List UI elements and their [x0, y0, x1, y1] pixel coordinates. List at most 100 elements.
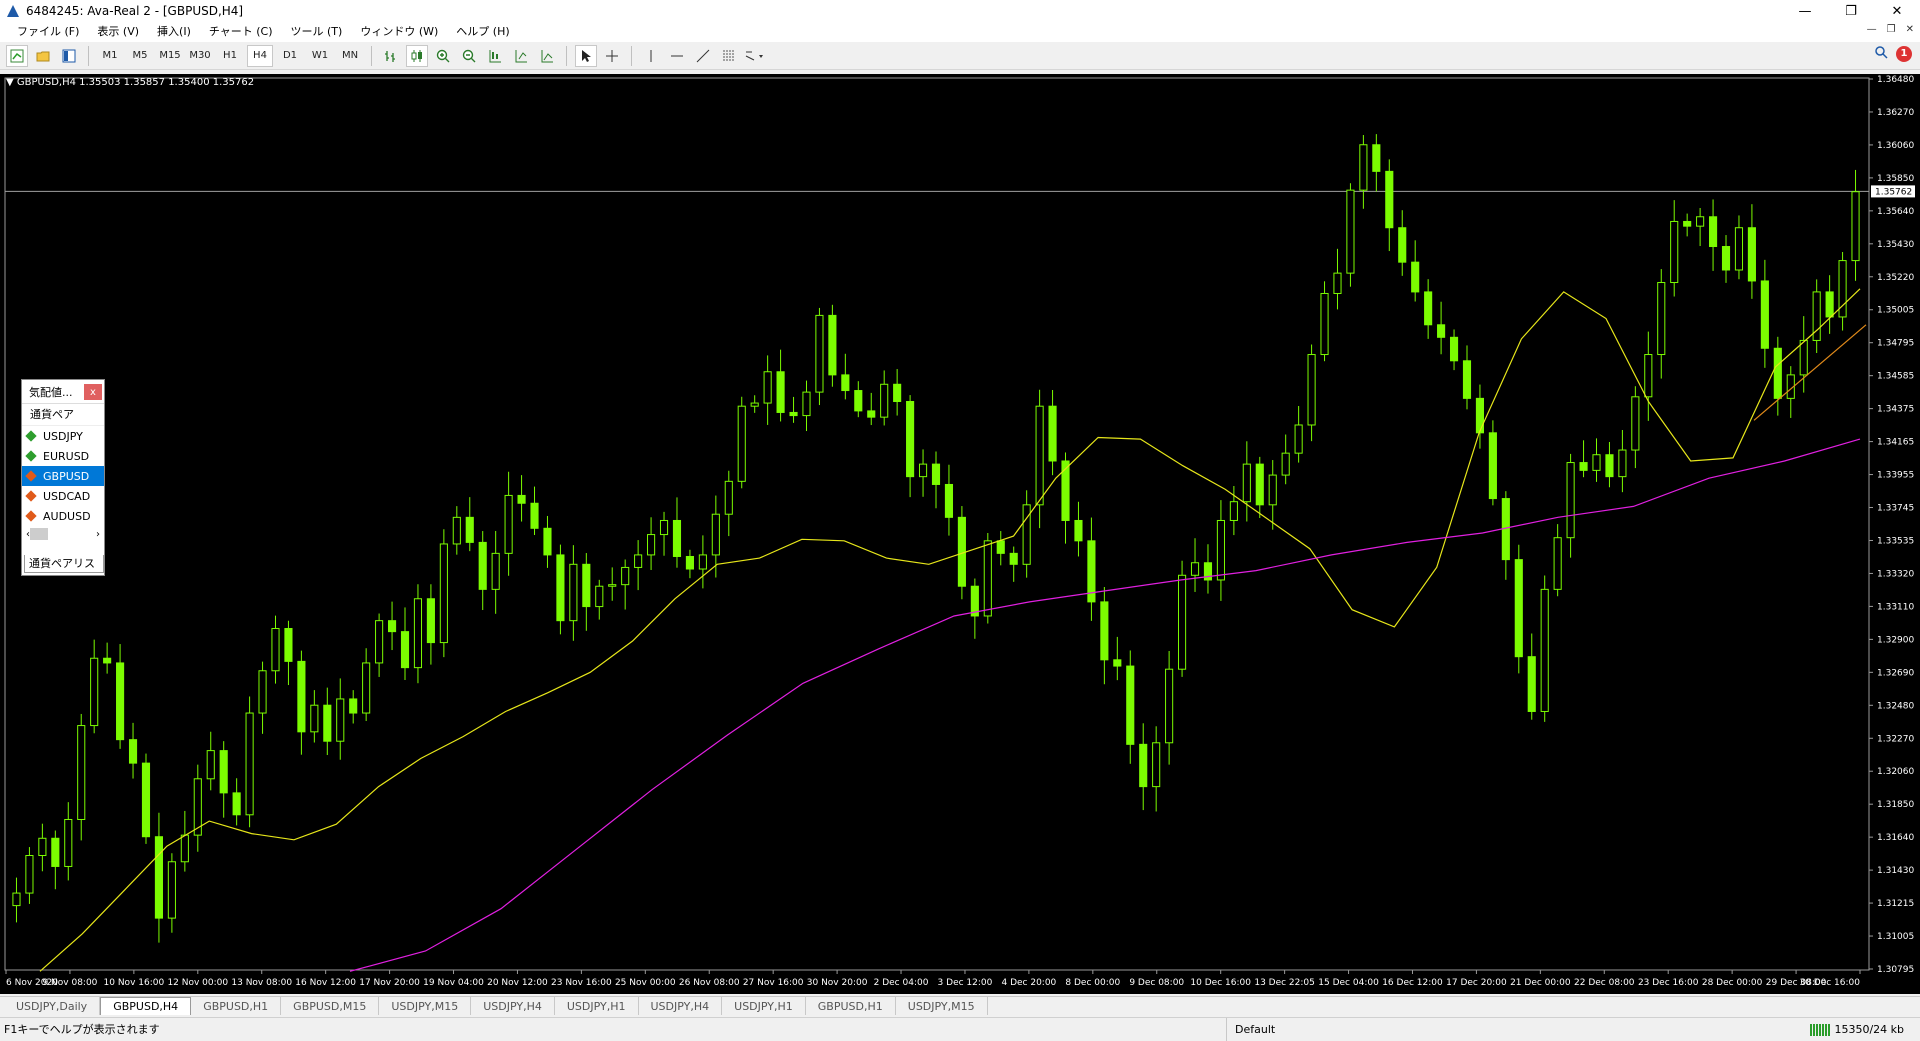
navigator-icon[interactable]: [58, 45, 80, 67]
candle-bear: [1683, 220, 1692, 227]
candle-bull: [737, 405, 746, 482]
tab-usdjpy-h1[interactable]: USDJPY,H1: [722, 997, 806, 1015]
restore-icon[interactable]: ❐: [1828, 0, 1874, 22]
mdi-close-icon[interactable]: ✕: [1906, 24, 1914, 35]
menu-chart[interactable]: チャート (C): [200, 22, 282, 42]
scroll-thumb[interactable]: [30, 528, 48, 540]
zoom-out-icon[interactable]: [458, 45, 480, 67]
x-tick-label: 8 Dec 00:00: [1065, 978, 1120, 988]
minimize-icon[interactable]: —: [1782, 0, 1828, 22]
y-tick-label: 1.36480: [1877, 75, 1914, 85]
timeframe-d1[interactable]: D1: [277, 45, 303, 67]
timeframe-m1[interactable]: M1: [97, 45, 123, 67]
tab-usdjpy-h4[interactable]: USDJPY,H4: [639, 997, 723, 1015]
menu-window[interactable]: ウィンドウ (W): [351, 22, 447, 42]
tab-usdjpy-daily[interactable]: USDJPY,Daily: [4, 997, 101, 1015]
connection-status[interactable]: 15350/24 kb: [1810, 1018, 1904, 1041]
price-chart[interactable]: 1.36480 1.36270 1.36060 1.35850 1.35640 1.354…: [0, 74, 1920, 994]
symbol-row-audusd[interactable]: AUDUSD: [22, 506, 104, 526]
y-tick-label: 1.35640: [1877, 207, 1914, 217]
tab-symbol-list[interactable]: 通貨ペアリスト: [24, 555, 104, 588]
timeframe-m30[interactable]: M30: [187, 45, 213, 67]
timeframe-w1[interactable]: W1: [307, 45, 333, 67]
candlestick-icon[interactable]: [406, 44, 428, 67]
chart-window[interactable]: 1.36480 1.36270 1.36060 1.35850 1.35640 1.354…: [0, 74, 1920, 994]
vertical-line-icon[interactable]: [640, 45, 662, 67]
traffic-readout: 15350/24 kb: [1834, 1023, 1904, 1036]
zoom-in-icon[interactable]: [432, 45, 454, 67]
open-folder-icon[interactable]: [32, 45, 54, 67]
candle-bull: [206, 750, 215, 780]
horizontal-line-icon[interactable]: [666, 45, 688, 67]
candle-bear: [1398, 227, 1407, 263]
candle-bull: [1307, 354, 1316, 426]
symbol-column-header[interactable]: 通貨ペア: [22, 404, 104, 426]
candle-bear: [128, 739, 138, 764]
y-tick-label: 1.33110: [1877, 602, 1914, 612]
close-icon[interactable]: x: [84, 384, 102, 400]
bar-chart-icon[interactable]: [380, 45, 402, 67]
timeframe-m5[interactable]: M5: [127, 45, 153, 67]
close-icon[interactable]: ✕: [1874, 0, 1920, 22]
tab-usdjpy-h4[interactable]: USDJPY,H4: [471, 997, 555, 1015]
candle-bear: [1074, 519, 1083, 542]
crosshair-icon[interactable]: [601, 45, 623, 67]
profile-name[interactable]: Default: [1226, 1018, 1394, 1041]
candle-bull: [1592, 454, 1601, 471]
timeframe-m15[interactable]: M15: [157, 45, 183, 67]
timeframe-h4[interactable]: H4: [247, 44, 273, 67]
mdi-restore-icon[interactable]: ❐: [1887, 24, 1896, 35]
tab-usdjpy-h1[interactable]: USDJPY,H1: [555, 997, 639, 1015]
candle-bull: [647, 534, 656, 556]
notification-badge[interactable]: 1: [1896, 45, 1912, 62]
candle-bull: [1631, 396, 1640, 451]
tab-usdjpy-m15[interactable]: USDJPY,M15: [896, 997, 988, 1015]
symbol-status-icon: [25, 490, 37, 502]
x-tick-label: 10 Nov 16:00: [104, 978, 165, 988]
x-tick-label: 20 Nov 12:00: [487, 978, 548, 988]
symbol-status-icon: [25, 450, 37, 462]
symbol-name: EURUSD: [43, 449, 90, 463]
candle-bull: [1359, 144, 1368, 191]
cursor-icon[interactable]: [575, 44, 597, 67]
menu-insert[interactable]: 挿入(I): [148, 22, 200, 42]
menu-help[interactable]: ヘルプ (H): [447, 22, 518, 42]
symbol-row-usdcad[interactable]: USDCAD: [22, 486, 104, 506]
candle-bull: [634, 554, 643, 568]
horizontal-scrollbar[interactable]: ‹ ›: [22, 526, 104, 542]
auto-scroll-icon[interactable]: [510, 45, 532, 67]
trendline-icon[interactable]: [692, 45, 714, 67]
symbol-row-eurusd[interactable]: EURUSD: [22, 446, 104, 466]
x-tick-label: 15 Dec 04:00: [1318, 978, 1379, 988]
menu-file[interactable]: ファイル (F): [8, 22, 88, 42]
menu-view[interactable]: 表示 (V): [88, 22, 148, 42]
tile-windows-icon[interactable]: [484, 45, 506, 67]
fibonacci-icon[interactable]: [718, 45, 740, 67]
tab-gbpusd-h1[interactable]: GBPUSD,H1: [191, 997, 282, 1015]
candle-bear: [1009, 552, 1018, 565]
candle-bull: [271, 627, 280, 672]
timeframe-h1[interactable]: H1: [217, 45, 243, 67]
collapse-arrow-icon[interactable]: ▼: [6, 77, 14, 88]
tab-gbpusd-h1[interactable]: GBPUSD,H1: [806, 997, 896, 1015]
candle-bear: [906, 400, 915, 478]
candle-bull: [659, 519, 669, 536]
candle-bull: [1851, 191, 1860, 262]
tab-usdjpy-m15[interactable]: USDJPY,M15: [379, 997, 472, 1015]
search-icon[interactable]: [1874, 45, 1888, 62]
menu-tools[interactable]: ツール (T): [282, 22, 352, 42]
title-bar: 6484245: Ava-Real 2 - [GBPUSD,H4] — ❐ ✕: [0, 0, 1920, 22]
mdi-minimize-icon[interactable]: —: [1867, 24, 1877, 35]
new-chart-icon[interactable]: [6, 44, 28, 67]
scroll-right-icon[interactable]: ›: [96, 529, 100, 540]
candle-bull: [880, 383, 889, 418]
symbol-row-usdjpy[interactable]: USDJPY: [22, 426, 104, 446]
tab-gbpusd-m15[interactable]: GBPUSD,M15: [281, 997, 380, 1015]
timeframe-mn[interactable]: MN: [337, 45, 363, 67]
y-tick-label: 1.31640: [1877, 833, 1914, 843]
tab-gbpusd-h4[interactable]: GBPUSD,H4: [100, 997, 192, 1015]
symbol-row-gbpusd[interactable]: GBPUSD: [22, 466, 104, 486]
candle-bear: [1424, 291, 1433, 326]
objects-dropdown-icon[interactable]: [744, 45, 766, 67]
chart-shift-icon[interactable]: [536, 45, 558, 67]
